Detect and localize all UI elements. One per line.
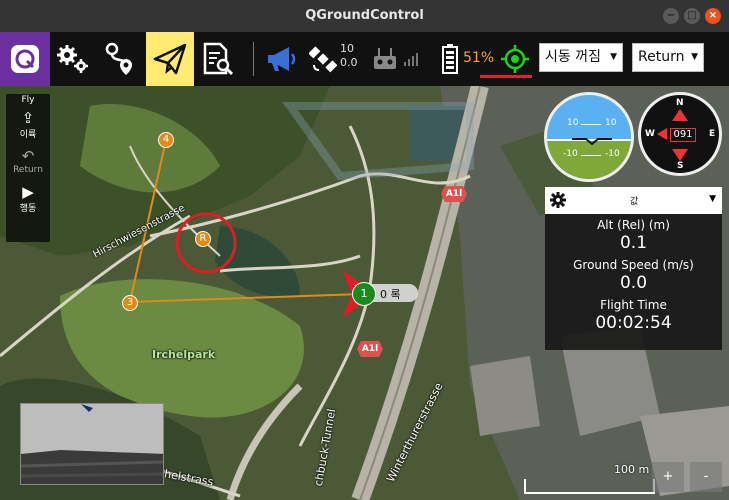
flight-mode-dropdown[interactable]: Return ▼ [632,43,704,72]
megaphone-icon [268,47,296,71]
value-readout: 0.1 [619,233,648,253]
takeoff-button[interactable]: ⇪ 이륙 [6,106,50,143]
road-sign-a1l: A1l [441,186,467,202]
vehicle-marker[interactable]: 1 [352,282,376,306]
value-label: Alt (Rel) (m) [597,218,670,232]
waypoint-marker[interactable]: 4 [158,132,174,148]
plan-route-icon [105,42,132,75]
gps-readout: 10 0.0 [340,42,358,70]
pitch-mark: -10 [563,149,578,159]
values-selector-label: 값 [630,197,639,207]
messages-indicator[interactable] [262,32,302,86]
satellite-icon [309,46,337,73]
takeoff-icon: ⇪ [21,108,35,127]
toolstrip-header: Fly [21,95,35,105]
paper-plane-icon [153,43,187,75]
takeoff-label: 이륙 [19,129,37,140]
heading-readout: 091 [670,128,696,142]
park-label: Irchelpark [152,348,216,361]
rc-transmitter-icon [374,48,396,69]
zoom-out-button[interactable]: - [690,462,722,492]
action-play-icon: ▶ [22,182,34,201]
pitch-mark: 10 [567,118,579,128]
qgc-logo-button[interactable] [0,32,50,86]
values-panel: Alt (Rel) (m) 0.1 Ground Speed (m/s) 0.0… [545,214,722,350]
chevron-down-icon: ▼ [709,194,716,204]
minimize-button[interactable]: − [663,8,679,24]
window-title: QGroundControl [305,8,424,23]
action-label: 행동 [19,203,37,214]
arm-status-label: 시동 꺼짐 [545,49,601,65]
battery-percent: 51% [463,50,495,66]
pitch-mark: 10 [605,118,617,128]
vehicle-label: 0 록 [380,288,401,301]
value-readout: 00:02:54 [595,313,672,333]
title-bar: QGroundControl − □ × [0,0,729,32]
aircraft-reference-icon [572,138,612,145]
video-pip[interactable] [20,403,164,485]
qgc-window: QGroundControl − □ × 10 0.0 51% 시동 꺼짐 ▼ … [0,0,729,500]
main-toolbar: 10 0.0 51% 시동 꺼짐 ▼ Return ▼ [0,32,729,86]
compass-indicator: N S E W 091 [638,92,722,176]
pitch-line [581,155,601,156]
battery-indicator[interactable] [438,32,462,86]
rc-rssi-indicator[interactable] [370,32,400,86]
battery-icon [442,44,458,74]
map-scale-label: 100 m [614,463,650,476]
signal-strength-indicator [402,32,422,86]
return-icon: ↶ [21,147,35,165]
pitch-line [581,124,601,125]
chevron-down-icon: ▼ [691,52,698,62]
analyze-document-icon [203,42,234,76]
attitude-indicator: 10 10 -10 -10 [544,92,634,182]
fly-view-button[interactable] [146,32,194,86]
return-button[interactable]: ↶ Return [6,143,50,180]
maximize-button[interactable]: □ [684,8,700,24]
rally-point-marker[interactable]: R [195,231,211,247]
plan-view-button[interactable] [100,32,142,86]
crosshair-target-icon [501,45,529,73]
arm-status-dropdown[interactable]: 시동 꺼짐 ▼ [539,43,623,72]
gears-icon [57,45,88,73]
vehicle-setup-button[interactable] [52,32,94,86]
alert-underline [480,75,532,78]
return-label: Return [13,165,43,175]
values-selector[interactable]: 값 ▼ [545,187,722,214]
action-button[interactable]: ▶ 행동 [6,180,50,217]
fly-toolstrip: Fly ⇪ 이륙 ↶ Return ▶ 행동 [6,94,50,242]
gear-icon[interactable] [549,191,567,209]
signal-bars-icon [404,53,418,66]
video-feed-image [21,404,163,484]
toolbar-separator [253,42,254,76]
flight-mode-label: Return [638,49,685,65]
analyze-view-button[interactable] [197,32,239,86]
value-label: Ground Speed (m/s) [573,258,694,272]
window-controls: − □ × [663,8,721,24]
waypoint-marker[interactable]: 3 [122,295,138,311]
attitude-ground [547,140,631,179]
close-button[interactable]: × [705,8,721,24]
value-label: Flight Time [600,298,667,312]
zoom-in-button[interactable]: + [652,462,684,492]
road-sign-a1l-lower: A1l [357,341,383,357]
pitch-mark: -10 [605,149,620,159]
gps-satellite-count: 10 [340,42,354,55]
value-readout: 0.0 [619,273,648,293]
gps-hdop: 0.0 [340,56,358,69]
gps-indicator[interactable] [306,32,340,86]
qgc-logo-icon [11,45,39,73]
chevron-down-icon: ▼ [610,52,617,62]
